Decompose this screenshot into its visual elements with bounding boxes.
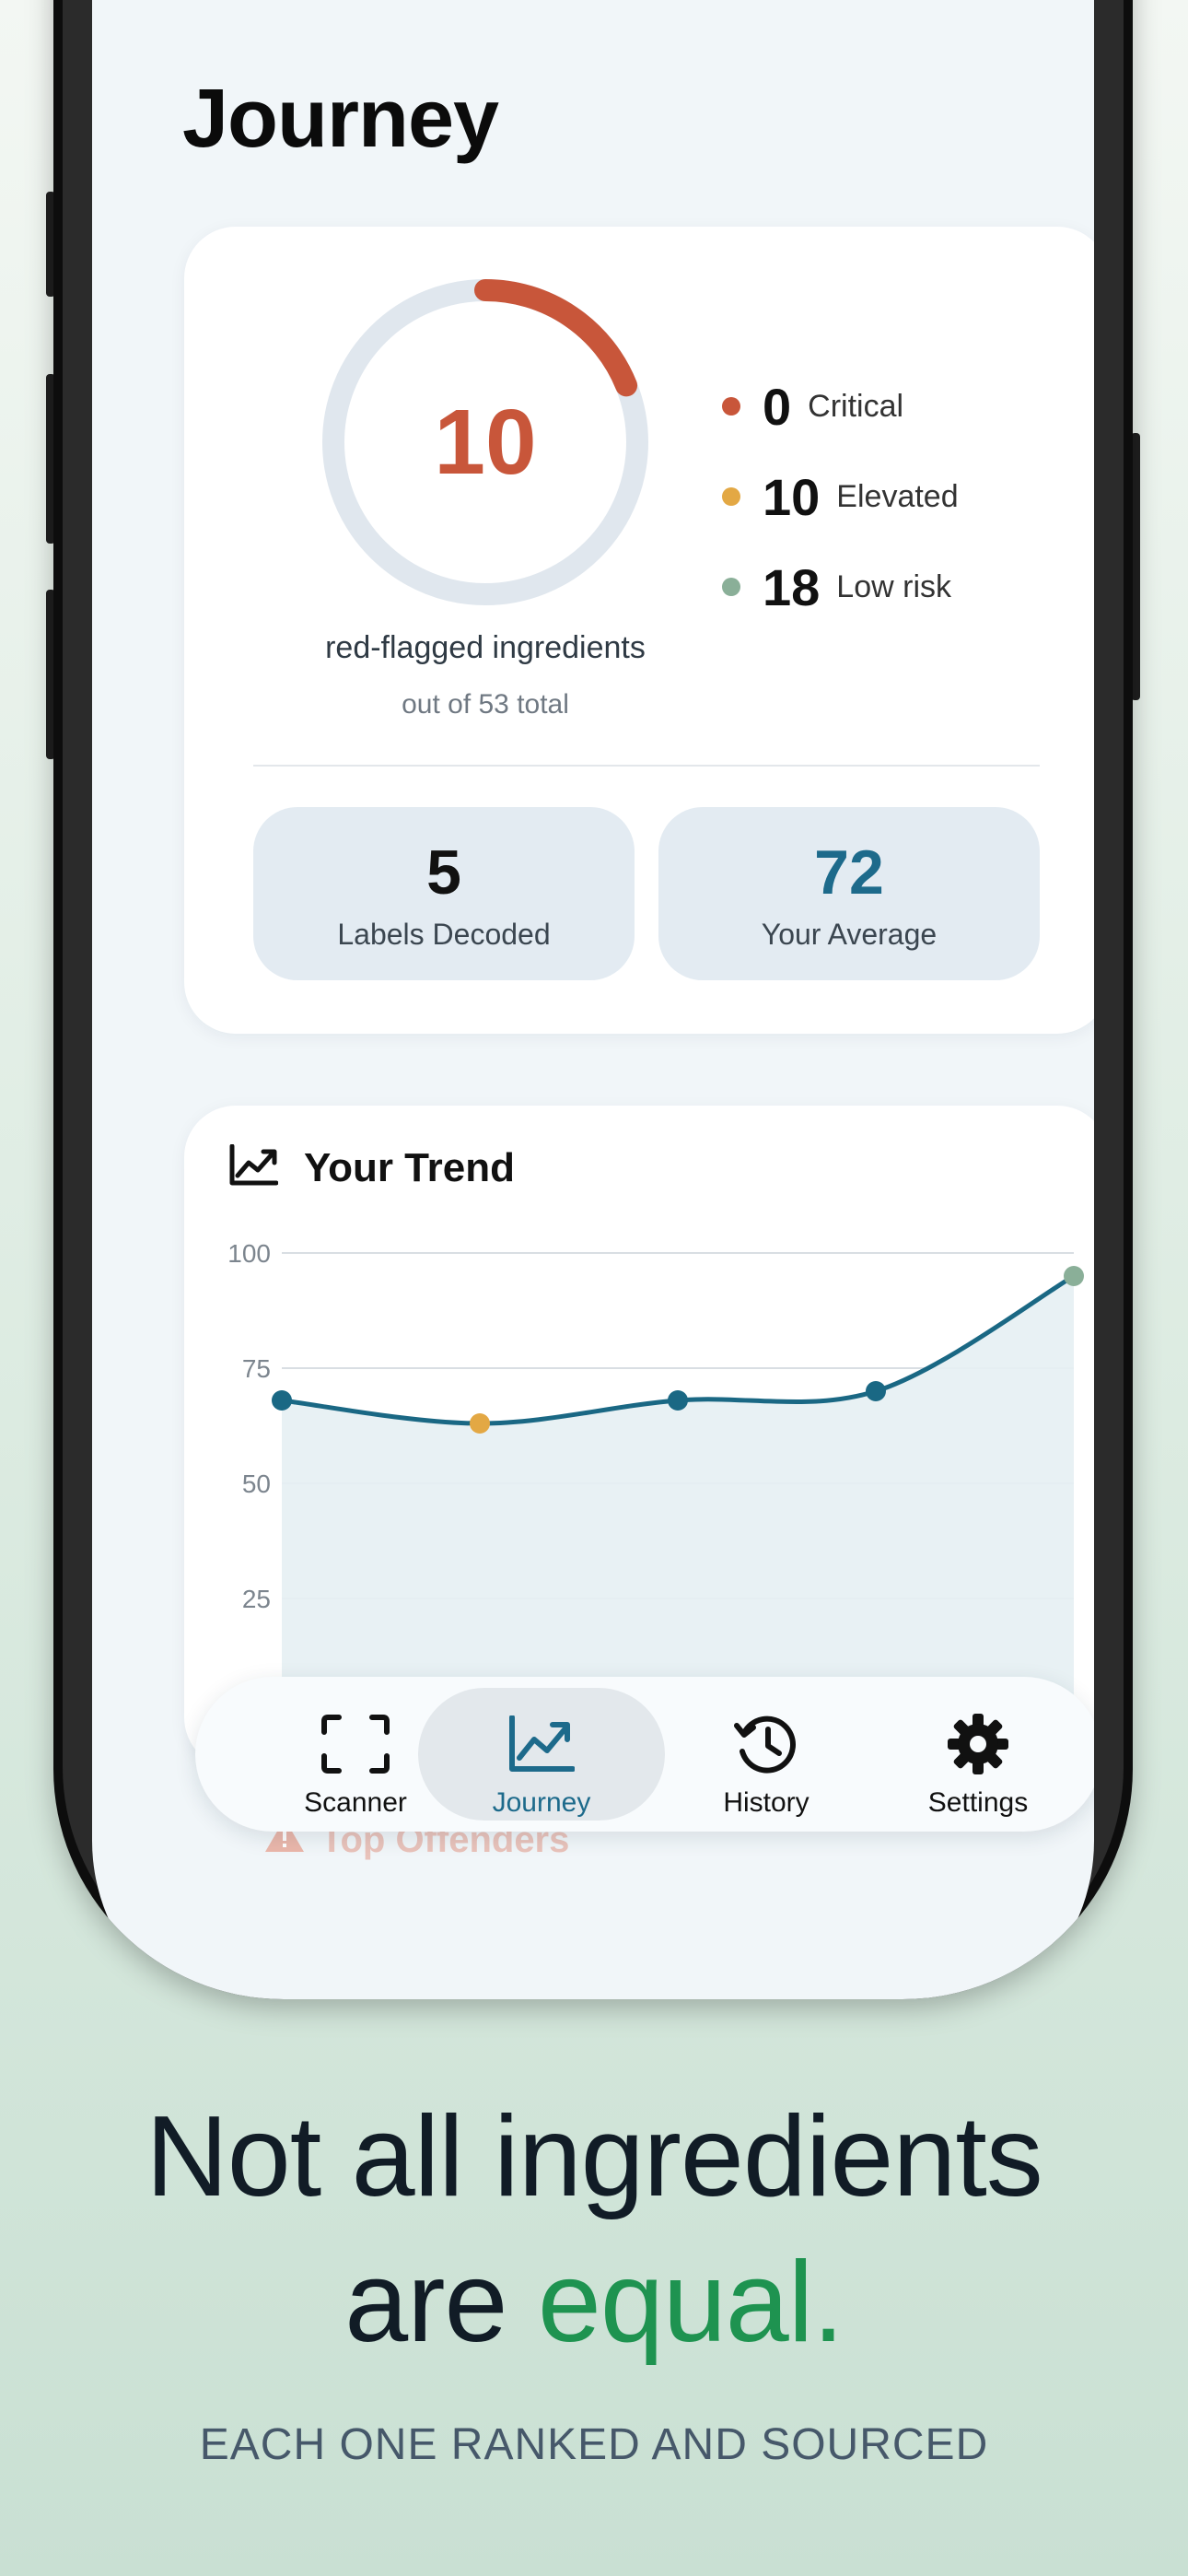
tagline-line2: are equal. — [0, 2237, 1188, 2368]
elevated-label: Elevated — [836, 478, 959, 514]
tagline-subtitle: EACH ONE RANKED AND SOURCED — [199, 2420, 989, 2469]
trend-point — [866, 1381, 886, 1401]
flagged-ring: 10 — [318, 275, 653, 610]
trend-point — [470, 1413, 490, 1434]
nav-scanner-label: Scanner — [304, 1787, 407, 1818]
tagline-line2-prefix: are — [344, 2239, 538, 2366]
tagline-line1: Not all ingredients — [146, 2093, 1043, 2220]
trend-card: 0255075100Scan 1Scan 2Scan 3Scan 4 Your … — [184, 1106, 1094, 1769]
nav-settings[interactable]: Settings — [855, 1688, 1094, 1821]
nav-journey-label: Journey — [492, 1787, 591, 1818]
low-risk-count: 18 — [763, 557, 821, 616]
trend-chart-icon — [228, 1143, 279, 1191]
legend-low-risk: 18 Low risk — [722, 542, 959, 632]
summary-divider — [253, 765, 1040, 767]
elevated-dot-icon — [722, 487, 740, 506]
y-tick-label: 50 — [242, 1469, 271, 1498]
critical-count: 0 — [763, 377, 792, 436]
bottom-nav: Scanner Journey History Settings — [195, 1677, 1094, 1832]
nav-settings-label: Settings — [927, 1787, 1029, 1818]
page-title: Journey — [182, 73, 499, 165]
nav-history-label: History — [723, 1787, 809, 1818]
phone-screen: Journey 10 red-flagged ingredients out o… — [92, 0, 1094, 1999]
tagline-highlight: equal. — [537, 2239, 844, 2366]
trend-point — [272, 1390, 292, 1411]
average-value: 72 — [814, 837, 884, 907]
total-label: out of 53 total — [402, 689, 569, 720]
legend-elevated: 10 Elevated — [722, 451, 959, 542]
nav-history[interactable]: History — [643, 1688, 890, 1821]
trend-header: Your Trend — [228, 1143, 515, 1191]
low-risk-label: Low risk — [836, 568, 951, 604]
trend-point — [1064, 1266, 1084, 1286]
labels-decoded-label: Labels Decoded — [337, 918, 551, 951]
summary-card: 10 red-flagged ingredients out of 53 tot… — [184, 227, 1094, 1034]
y-tick-label: 25 — [242, 1585, 271, 1613]
average-label: Your Average — [761, 918, 938, 951]
trend-area — [282, 1276, 1074, 1714]
trend-point — [668, 1390, 688, 1411]
critical-dot-icon — [722, 397, 740, 416]
flagged-label: red-flagged ingredients — [325, 630, 646, 665]
labels-decoded-stat[interactable]: 5 Labels Decoded — [253, 807, 635, 980]
critical-label: Critical — [808, 388, 904, 424]
y-tick-label: 75 — [242, 1354, 271, 1383]
average-stat[interactable]: 72 Your Average — [658, 807, 1040, 980]
gear-icon — [946, 1712, 1010, 1776]
phone-frame: Journey 10 red-flagged ingredients out o… — [53, 0, 1133, 1999]
trend-chart: 0255075100Scan 1Scan 2Scan 3Scan 4 — [227, 1239, 1084, 1757]
history-clock-icon — [733, 1712, 799, 1776]
labels-decoded-value: 5 — [426, 837, 461, 907]
scan-frame-icon — [320, 1712, 390, 1776]
trend-chart-icon — [508, 1712, 575, 1776]
nav-journey[interactable]: Journey — [418, 1688, 665, 1821]
trend-title: Your Trend — [304, 1144, 515, 1190]
legend-critical: 0 Critical — [722, 361, 959, 451]
flagged-count: 10 — [434, 390, 537, 494]
elevated-count: 10 — [763, 467, 821, 526]
y-tick-label: 100 — [227, 1239, 271, 1268]
risk-legend: 0 Critical 10 Elevated 18 Low risk — [722, 361, 959, 632]
low-risk-dot-icon — [722, 578, 740, 596]
